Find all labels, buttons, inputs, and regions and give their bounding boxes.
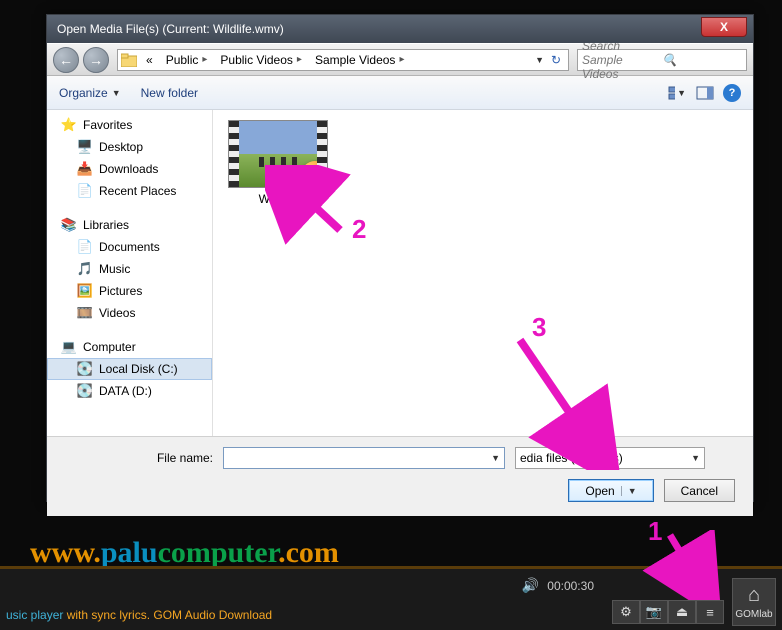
sidebar-item-data-d[interactable]: 💽DATA (D:) (47, 380, 212, 402)
titlebar: Open Media File(s) (Current: Wildlife.wm… (47, 15, 753, 43)
file-type-select[interactable]: edia files (all types) ▼ (515, 447, 705, 469)
chevron-down-icon: ▼ (677, 88, 686, 98)
arrow-right-icon: → (89, 52, 103, 68)
video-thumbnail (228, 120, 328, 188)
nav-bar: ← → « Public▸ Public Videos▸ Sample Vide… (47, 43, 753, 76)
star-icon: ⭐ (61, 117, 77, 133)
open-dropdown-icon[interactable]: ▼ (621, 486, 637, 496)
chevron-down-icon: ▼ (112, 88, 121, 98)
folder-icon (118, 49, 140, 71)
videos-icon: 🎞️ (77, 305, 93, 321)
sidebar-item-documents[interactable]: 📄Documents (47, 236, 212, 258)
breadcrumb-prefix[interactable]: « (140, 50, 160, 70)
sidebar-group-computer[interactable]: 💻Computer (47, 336, 212, 358)
help-icon: ? (729, 87, 736, 99)
chevron-right-icon: ▸ (297, 54, 302, 65)
home-icon: ⌂ (748, 584, 760, 607)
file-list[interactable]: Wildlife (213, 110, 753, 436)
refresh-button[interactable]: ↻ (544, 53, 568, 67)
menu-button[interactable]: ≡ (696, 600, 724, 624)
new-folder-button[interactable]: New folder (141, 86, 198, 100)
progress-bar[interactable] (0, 566, 782, 569)
window-title: Open Media File(s) (Current: Wildlife.wm… (57, 22, 284, 36)
breadcrumb-seg-public-videos[interactable]: Public Videos▸ (214, 50, 309, 70)
breadcrumb-seg-public[interactable]: Public▸ (160, 50, 215, 70)
pictures-icon: 🖼️ (77, 283, 93, 299)
camera-icon: 📷 (646, 604, 662, 620)
filename-input[interactable]: ▼ (223, 447, 505, 469)
sidebar-item-downloads[interactable]: 📥Downloads (47, 158, 212, 180)
breadcrumb-seg-sample-videos[interactable]: Sample Videos▸ (309, 50, 412, 70)
libraries-icon: 📚 (61, 217, 77, 233)
filename-label: File name: (63, 451, 213, 465)
arrow-left-icon: ← (59, 52, 73, 68)
open-file-dialog: Open Media File(s) (Current: Wildlife.wm… (46, 14, 754, 502)
sidebar-item-local-disk-c[interactable]: 💽Local Disk (C:) (47, 358, 212, 380)
sidebar-item-desktop[interactable]: 🖥️Desktop (47, 136, 212, 158)
sliders-icon: ⚙ (620, 604, 632, 620)
file-item-wildlife[interactable]: Wildlife (223, 120, 333, 206)
breadcrumb[interactable]: « Public▸ Public Videos▸ Sample Videos▸ … (117, 49, 569, 71)
search-input[interactable]: Search Sample Videos 🔍 (577, 49, 747, 71)
sidebar-item-pictures[interactable]: 🖼️Pictures (47, 280, 212, 302)
documents-icon: 📄 (77, 239, 93, 255)
control-panel-button[interactable]: ⚙ (612, 600, 640, 624)
sidebar-item-videos[interactable]: 🎞️Videos (47, 302, 212, 324)
hamburger-icon: ≡ (706, 605, 714, 620)
sidebar-group-favorites[interactable]: ⭐Favorites (47, 114, 212, 136)
computer-icon: 💻 (61, 339, 77, 355)
ticker: usic player with sync lyrics. GOM Audio … (0, 608, 272, 622)
recent-icon: 📄 (77, 183, 93, 199)
search-icon: 🔍 (662, 53, 742, 67)
organize-menu[interactable]: Organize ▼ (59, 86, 121, 100)
player-bar: 🔊 00:00:30 usic player with sync lyrics.… (0, 566, 782, 630)
desktop-icon: 🖥️ (77, 139, 93, 155)
help-button[interactable]: ? (723, 84, 741, 102)
cancel-button[interactable]: Cancel (664, 479, 735, 502)
sidebar-group-libraries[interactable]: 📚Libraries (47, 214, 212, 236)
dialog-footer: File name: ▼ edia files (all types) ▼ Op… (47, 436, 753, 516)
close-button[interactable]: X (701, 17, 747, 37)
eject-icon: ⏏ (676, 604, 688, 620)
music-icon: 🎵 (77, 261, 93, 277)
view-mode-button[interactable]: ▼ (667, 83, 687, 103)
chevron-right-icon: ▸ (202, 54, 207, 65)
time-display: 🔊 00:00:30 (522, 577, 594, 594)
downloads-icon: 📥 (77, 161, 93, 177)
chevron-down-icon: ▼ (691, 453, 700, 463)
drive-icon: 💽 (77, 383, 93, 399)
screenshot-button[interactable]: 📷 (640, 600, 668, 624)
sidebar-item-music[interactable]: 🎵Music (47, 258, 212, 280)
gom-overlay-icon (301, 161, 329, 189)
search-placeholder: Search Sample Videos (582, 39, 662, 81)
open-button[interactable]: Open ▼ (568, 479, 653, 502)
annotation-label-1: 1 (648, 516, 662, 547)
preview-pane-button[interactable] (695, 83, 715, 103)
volume-icon[interactable]: 🔊 (522, 577, 539, 594)
sidebar-item-recent-places[interactable]: 📄Recent Places (47, 180, 212, 202)
gomlab-button[interactable]: ⌂ GOMlab (732, 578, 776, 626)
chevron-right-icon: ▸ (399, 54, 404, 65)
forward-button[interactable]: → (83, 47, 109, 73)
open-file-button[interactable]: ⏏ (668, 600, 696, 624)
drive-icon: 💽 (77, 361, 93, 377)
close-icon: X (720, 20, 728, 34)
back-button[interactable]: ← (53, 47, 79, 73)
chevron-down-icon[interactable]: ▼ (535, 55, 544, 65)
chevron-down-icon[interactable]: ▼ (491, 453, 500, 463)
nav-sidebar: ⭐Favorites 🖥️Desktop 📥Downloads 📄Recent … (47, 110, 213, 436)
watermark: www.palucomputer.com (30, 536, 339, 570)
toolbar: Organize ▼ New folder ▼ ? (47, 76, 753, 110)
file-label: Wildlife (223, 192, 333, 206)
